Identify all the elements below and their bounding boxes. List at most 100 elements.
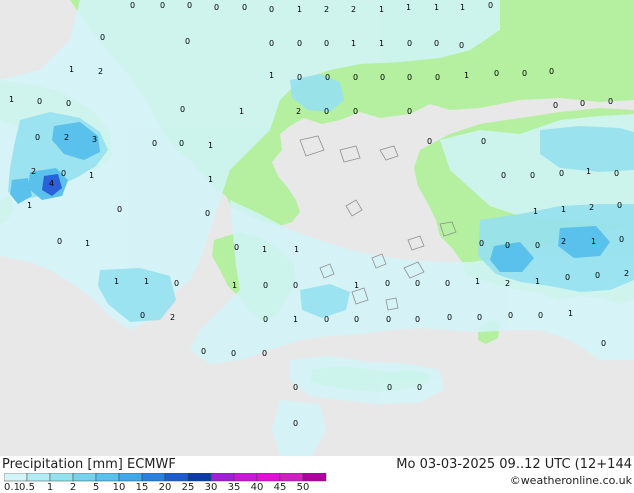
value-label: 0	[297, 73, 303, 82]
site-credit[interactable]: ©weatheronline.co.uk	[510, 474, 632, 487]
value-label: 0	[293, 383, 299, 392]
value-label: 0	[117, 205, 123, 214]
value-label: 0	[415, 315, 421, 324]
value-label: 1	[379, 39, 385, 48]
value-label: 0	[160, 1, 166, 10]
value-label: 1	[114, 277, 120, 286]
map-title: Precipitation [mm] ECMWF	[2, 457, 176, 472]
value-label: 1	[379, 5, 385, 14]
scale-swatch	[256, 473, 281, 482]
value-label: 0	[614, 169, 620, 178]
value-label: 0	[174, 279, 180, 288]
value-label: 0	[417, 383, 423, 392]
value-label: 0	[269, 39, 275, 48]
value-label: 0	[617, 201, 623, 210]
value-label: 0	[205, 209, 211, 218]
precipitation-map: 0 0 0 0 0 0 1 2 2 1 1 1 1 0 0 0 0 0 0 1 1 0 0 0 1 2 1 0 0 0 0 0 0 1 0 0 0 1 0 0…	[0, 0, 634, 456]
value-label: 0	[263, 315, 269, 324]
value-label: 1	[89, 171, 95, 180]
value-label: 0	[231, 349, 237, 358]
value-label: 0	[201, 347, 207, 356]
scale-label: 5	[92, 482, 100, 493]
value-label: 1	[533, 207, 539, 216]
value-label: 1	[262, 245, 268, 254]
value-label: 4	[49, 179, 55, 188]
value-label: 0	[293, 281, 299, 290]
value-label: 1	[464, 71, 470, 80]
value-label: 0	[37, 97, 43, 106]
value-label: 1	[144, 277, 150, 286]
value-label: 1	[85, 239, 91, 248]
value-label: 1	[294, 245, 300, 254]
scale-swatch	[233, 473, 258, 482]
value-label: 0	[262, 349, 268, 358]
value-label: 0	[297, 39, 303, 48]
scale-swatch	[72, 473, 97, 482]
scale-label: 25	[181, 482, 195, 493]
scale-swatch	[95, 473, 120, 482]
value-label: 0	[447, 313, 453, 322]
value-label: 0	[538, 311, 544, 320]
scale-label: 2	[69, 482, 77, 493]
value-label: 0	[353, 73, 359, 82]
value-label: 0	[595, 271, 601, 280]
scale-swatch	[26, 473, 51, 482]
scale-label: 45	[273, 482, 287, 493]
value-label: 0	[214, 3, 220, 12]
value-label: 0	[324, 39, 330, 48]
value-label: 0	[61, 169, 67, 178]
value-label: 0	[385, 279, 391, 288]
value-label: 0	[553, 101, 559, 110]
value-label: 1	[475, 277, 481, 286]
value-label: 1	[354, 281, 360, 290]
value-label: 0	[477, 313, 483, 322]
value-label: 2	[589, 203, 595, 212]
scale-label: 30	[204, 482, 218, 493]
value-label: 0	[427, 137, 433, 146]
value-label: 0	[415, 279, 421, 288]
value-label: 2	[561, 237, 567, 246]
value-label: 0	[100, 33, 106, 42]
value-label: 0	[479, 239, 485, 248]
value-label: 0	[549, 67, 555, 76]
value-label: 1	[535, 277, 541, 286]
value-label: 2	[296, 107, 302, 116]
value-label: 0	[180, 105, 186, 114]
value-label: 0	[559, 169, 565, 178]
value-label: 0	[434, 39, 440, 48]
scale-label: 0.5	[19, 482, 35, 493]
scale-label: 20	[158, 482, 172, 493]
value-label: 0	[242, 3, 248, 12]
value-label: 0	[407, 73, 413, 82]
value-label: 1	[434, 3, 440, 12]
scale-swatch	[187, 473, 212, 482]
value-label: 1	[297, 5, 303, 14]
value-label: 0	[263, 281, 269, 290]
scale-label: 50	[296, 482, 310, 493]
scale-swatch	[302, 473, 327, 482]
value-label: 0	[152, 139, 158, 148]
value-label: 0	[387, 383, 393, 392]
value-label: 1	[9, 95, 15, 104]
value-label: 1	[586, 167, 592, 176]
value-label: 2	[31, 167, 37, 176]
value-label: 0	[459, 41, 465, 50]
value-label: 0	[407, 107, 413, 116]
value-label: 2	[324, 5, 330, 14]
value-label: 0	[354, 315, 360, 324]
value-label: 0	[522, 69, 528, 78]
value-label: 0	[130, 1, 136, 10]
value-label: 1	[568, 309, 574, 318]
value-label: 0	[380, 73, 386, 82]
value-label: 0	[488, 1, 494, 10]
value-label: 0	[386, 315, 392, 324]
value-label: 0	[179, 139, 185, 148]
value-label: 0	[35, 133, 41, 142]
map-graphic	[0, 0, 634, 456]
value-label: 0	[608, 97, 614, 106]
value-label: 1	[239, 107, 245, 116]
value-label: 2	[98, 67, 104, 76]
forecast-time: Mo 03-03-2025 09..12 UTC (12+144	[396, 457, 632, 472]
value-label: 1	[27, 201, 33, 210]
value-label: 1	[208, 141, 214, 150]
